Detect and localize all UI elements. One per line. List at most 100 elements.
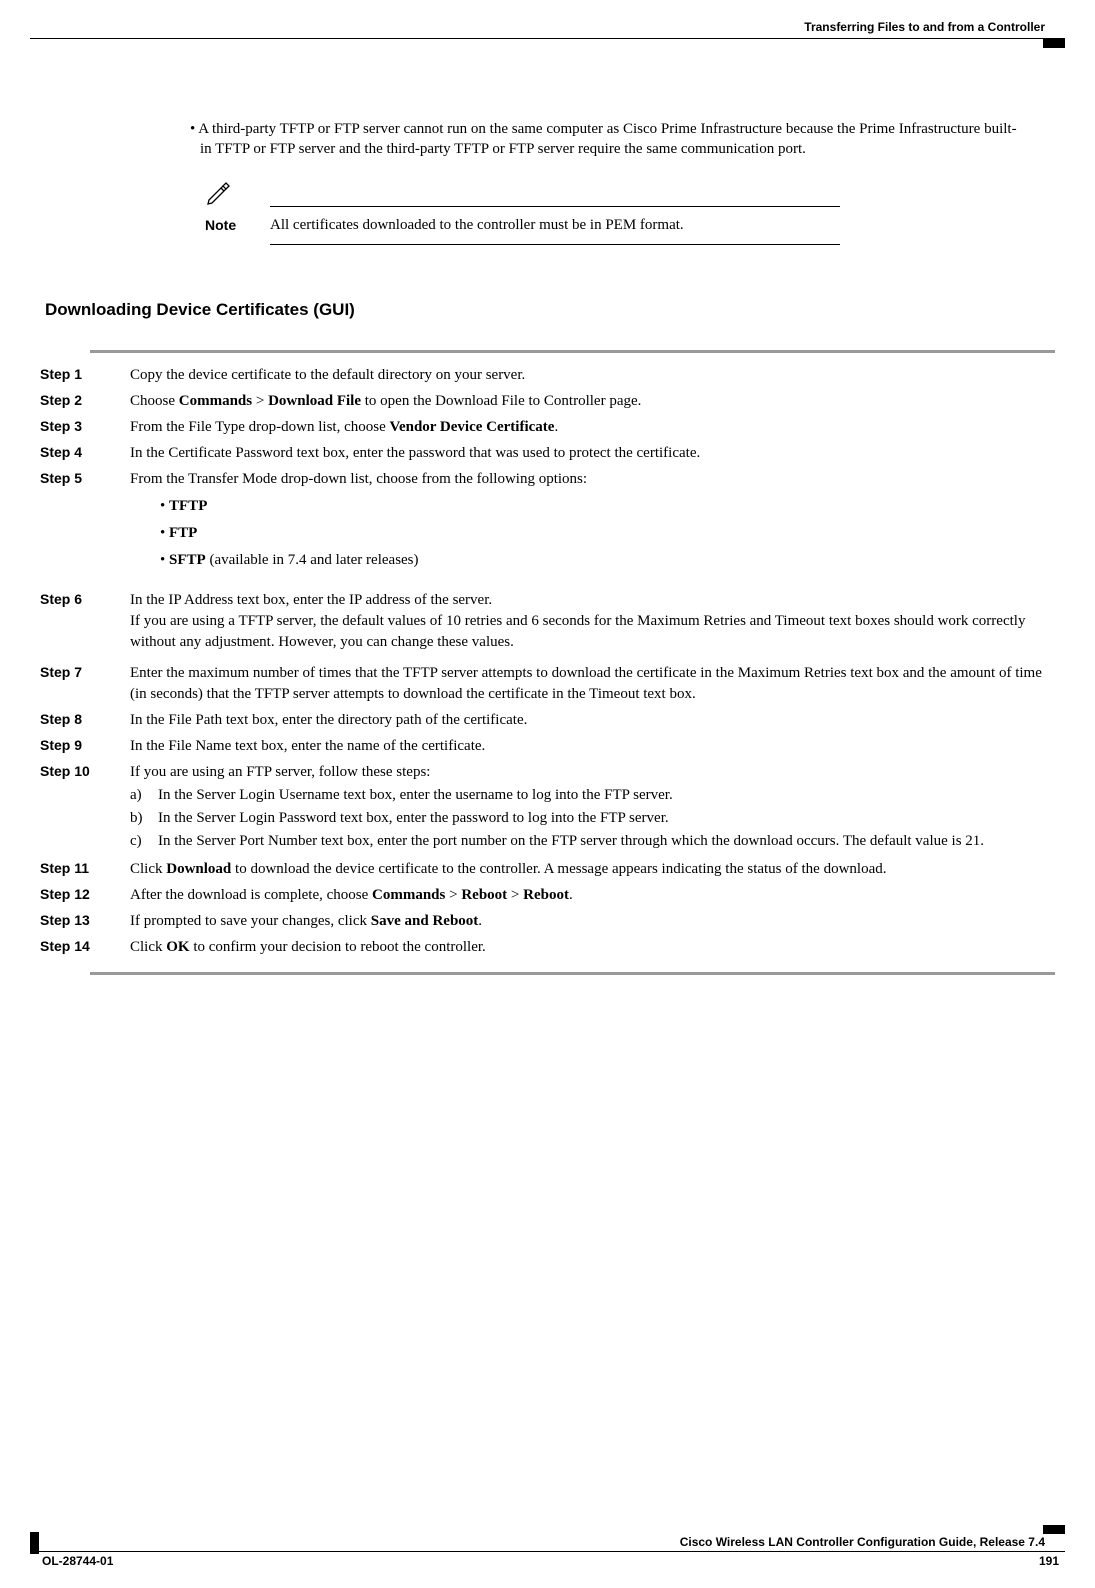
bullet-icon: • (190, 121, 198, 137)
step-9: Step 9 In the File Name text box, enter … (40, 736, 1055, 757)
text: b) (130, 808, 158, 829)
footer-title: Cisco Wireless LAN Controller Configurat… (30, 1535, 1065, 1549)
bold: OK (166, 939, 189, 955)
bold: Download File (268, 393, 361, 409)
step-label: Step 5 (40, 469, 130, 486)
step-body: From the File Type drop-down list, choos… (130, 417, 1055, 438)
step-3: Step 3 From the File Type drop-down list… (40, 417, 1055, 438)
text: to confirm your decision to reboot the c… (190, 939, 486, 955)
step-label: Step 8 (40, 710, 130, 727)
step-label: Step 3 (40, 417, 130, 434)
bold: Reboot (523, 887, 569, 903)
step-body: Enter the maximum number of times that t… (130, 663, 1055, 705)
sub-step-a: a)In the Server Login Username text box,… (130, 785, 1055, 806)
bold: Reboot (461, 887, 507, 903)
step-2: Step 2 Choose Commands > Download File t… (40, 391, 1055, 412)
text: If you are using a TFTP server, the defa… (130, 611, 1055, 653)
step-body: After the download is complete, choose C… (130, 885, 1055, 906)
intro-bullet: • A third-party TFTP or FTP server canno… (190, 119, 1025, 160)
bold: FTP (169, 525, 197, 541)
section-heading: Downloading Device Certificates (GUI) (45, 300, 1055, 320)
note-label: Note (205, 217, 270, 234)
step-7: Step 7 Enter the maximum number of times… (40, 663, 1055, 705)
step-body: In the IP Address text box, enter the IP… (130, 590, 1055, 653)
step-13: Step 13 If prompted to save your changes… (40, 911, 1055, 932)
header-crop-mark-icon (1043, 39, 1065, 48)
text: (available in 7.4 and later releases) (206, 552, 419, 568)
step-label: Step 12 (40, 885, 130, 902)
step-6: Step 6 In the IP Address text box, enter… (40, 590, 1055, 653)
text: > (252, 393, 268, 409)
step-4: Step 4 In the Certificate Password text … (40, 443, 1055, 464)
bold: TFTP (169, 498, 207, 514)
steps-rule-bottom (90, 972, 1055, 975)
step-body: In the File Name text box, enter the nam… (130, 736, 1055, 757)
text: . (554, 419, 558, 435)
footer-left-mark-icon (30, 1532, 39, 1554)
sub-step-b: b)In the Server Login Password text box,… (130, 808, 1055, 829)
page-footer: Cisco Wireless LAN Controller Configurat… (30, 1535, 1065, 1568)
step-body: In the Certificate Password text box, en… (130, 443, 1055, 464)
text: . (569, 887, 573, 903)
step-label: Step 4 (40, 443, 130, 460)
bold: Download (166, 861, 231, 877)
step-body: Copy the device certificate to the defau… (130, 365, 1055, 386)
text: c) (130, 831, 158, 852)
text: > (507, 887, 523, 903)
text: In the Server Login Username text box, e… (158, 785, 673, 806)
body-area: • A third-party TFTP or FTP server canno… (0, 39, 1095, 975)
text: If prompted to save your changes, click (130, 913, 371, 929)
step-body: From the Transfer Mode drop-down list, c… (130, 469, 1055, 585)
text: In the IP Address text box, enter the IP… (130, 590, 1055, 611)
text: to open the Download File to Controller … (361, 393, 641, 409)
bold: SFTP (169, 552, 206, 568)
text: > (445, 887, 461, 903)
note-block: Note All certificates downloaded to the … (205, 178, 840, 245)
step-label: Step 10 (40, 762, 130, 779)
sub-step-c: c)In the Server Port Number text box, en… (130, 831, 1055, 852)
text: Click (130, 861, 166, 877)
step-label: Step 13 (40, 911, 130, 928)
step-label: Step 9 (40, 736, 130, 753)
text: to download the device certificate to th… (231, 861, 886, 877)
list-item: • FTP (160, 523, 1055, 544)
text: From the File Type drop-down list, choos… (130, 419, 389, 435)
step-label: Step 1 (40, 365, 130, 382)
text: After the download is complete, choose (130, 887, 372, 903)
step-body: Choose Commands > Download File to open … (130, 391, 1055, 412)
step-body: Click Download to download the device ce… (130, 859, 1055, 880)
text: From the Transfer Mode drop-down list, c… (130, 471, 587, 487)
text: In the Server Login Password text box, e… (158, 808, 669, 829)
bold: Commands (372, 887, 445, 903)
pencil-note-icon (205, 178, 233, 211)
text: Choose (130, 393, 179, 409)
text: . (478, 913, 482, 929)
step-body: If prompted to save your changes, click … (130, 911, 1055, 932)
step-body: In the File Path text box, enter the dir… (130, 710, 1055, 731)
step-5: Step 5 From the Transfer Mode drop-down … (40, 469, 1055, 585)
note-rule-bottom (270, 244, 840, 245)
step-body: Click OK to confirm your decision to reb… (130, 937, 1055, 958)
step-1: Step 1 Copy the device certificate to th… (40, 365, 1055, 386)
document-page: Transferring Files to and from a Control… (0, 0, 1095, 1588)
step-8: Step 8 In the File Path text box, enter … (40, 710, 1055, 731)
note-text: All certificates downloaded to the contr… (270, 217, 840, 234)
step-label: Step 14 (40, 937, 130, 954)
bold: Vendor Device Certificate (389, 419, 554, 435)
running-header: Transferring Files to and from a Control… (0, 0, 1095, 38)
step-11: Step 11 Click Download to download the d… (40, 859, 1055, 880)
steps-rule-top (90, 350, 1055, 353)
bold: Save and Reboot (371, 913, 479, 929)
step-label: Step 11 (40, 859, 130, 876)
footer-crop-mark-icon (1043, 1525, 1065, 1534)
doc-id: OL-28744-01 (30, 1554, 113, 1568)
text: Click (130, 939, 166, 955)
bold: Commands (179, 393, 252, 409)
text: If you are using an FTP server, follow t… (130, 762, 1055, 783)
step-12: Step 12 After the download is complete, … (40, 885, 1055, 906)
page-number: 191 (1039, 1554, 1065, 1568)
text: a) (130, 785, 158, 806)
step-14: Step 14 Click OK to confirm your decisio… (40, 937, 1055, 958)
list-item: • TFTP (160, 496, 1055, 517)
text: In the Server Port Number text box, ente… (158, 831, 984, 852)
